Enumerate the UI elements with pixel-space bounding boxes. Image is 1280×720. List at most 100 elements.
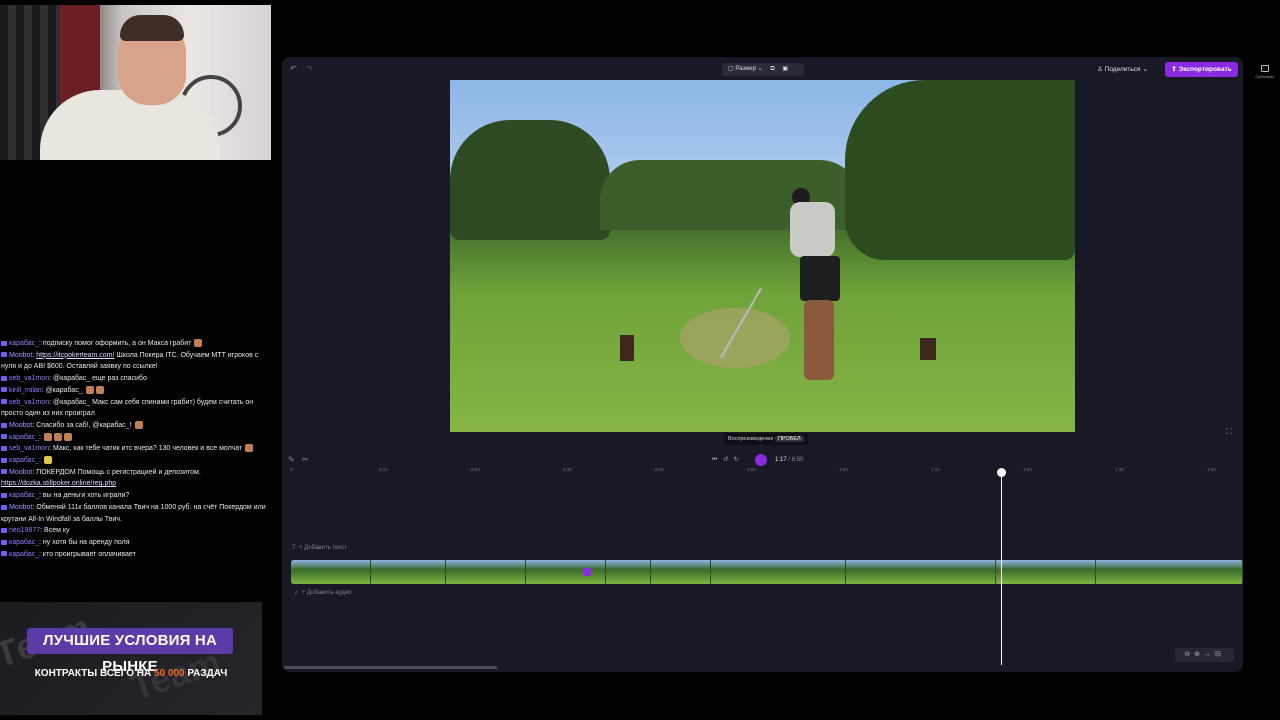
chat-username[interactable]: seb_va1mon <box>9 399 49 406</box>
timeline-scrollbar[interactable] <box>284 666 497 669</box>
redo-icon[interactable]: ↷ <box>306 64 313 73</box>
subtitles-label[interactable]: Субтитры <box>1249 74 1280 79</box>
chevron-down-icon[interactable]: ⌄ <box>758 66 763 72</box>
chat-text: Спасибо за саб!, @карабас_! <box>36 421 132 429</box>
ruler-tick: 0:30 <box>563 467 572 472</box>
clip-frame <box>711 560 846 584</box>
resize-icon[interactable]: ▢ <box>728 66 734 72</box>
clip-frame <box>996 560 1096 584</box>
zoom-in-icon[interactable]: ⊕ <box>1194 651 1204 658</box>
chat-badge-icon <box>1 434 7 440</box>
expand-icon[interactable]: ⊟ <box>1215 651 1225 658</box>
chat-username[interactable]: карабас_ <box>9 457 39 464</box>
chat-badge-icon <box>1 469 7 475</box>
share-button[interactable]: ♙ Поделиться ⌄ <box>1097 63 1148 76</box>
rewind-icon[interactable]: ↺ <box>723 457 728 463</box>
chat-username[interactable]: neo19877 <box>9 527 40 534</box>
playhead[interactable] <box>997 468 1006 665</box>
chat-text: кто проигрывает оплачивает <box>42 550 136 558</box>
chat-username[interactable]: kirill_milan <box>9 387 42 394</box>
chat-username[interactable]: карабас_ <box>9 434 39 441</box>
fit-icon[interactable]: ↔ <box>1204 651 1215 658</box>
chat-link[interactable]: https://itcpokerteam.com/ <box>36 352 114 359</box>
chat-username[interactable]: Moobot <box>9 422 32 429</box>
chat-badge-icon <box>1 352 7 358</box>
golfer <box>720 188 850 398</box>
music-icon: ♫ <box>294 590 299 596</box>
chat-username[interactable]: Moobot <box>9 352 32 359</box>
zoom-controls: ⊖⊕↔⊟ <box>1175 648 1234 662</box>
magic-icon[interactable]: ✎ <box>288 455 295 464</box>
chat-text: подписку помог оформить, а он Макса граб… <box>42 340 192 347</box>
play-button[interactable] <box>755 454 767 466</box>
clip-frame <box>291 560 371 584</box>
upload-icon: ⇪ <box>1171 66 1177 73</box>
golfer-shorts <box>800 256 840 301</box>
chat-username[interactable]: Moobot <box>9 469 32 476</box>
dirt-patch <box>680 308 790 368</box>
scissors-icon[interactable]: ✂ <box>302 455 309 464</box>
ruler-tick: 0:50 <box>747 467 756 472</box>
emote-icon <box>43 456 52 465</box>
chat-message: seb_va1mon: Макс, как тебе чатик итс вче… <box>0 443 268 455</box>
chat-message: карабас_: подписку помог оформить, а он … <box>0 338 268 350</box>
chat-username[interactable]: seb_va1mon <box>9 445 49 452</box>
chat-badge-icon <box>1 539 7 545</box>
ruler-tick: 1:10 <box>931 467 940 472</box>
chat-username[interactable]: Moobot <box>9 504 32 511</box>
ruler-tick: 1:20 <box>1023 467 1032 472</box>
chat-message: карабас_: вы на деньги хоть играли? <box>0 490 268 502</box>
chat-badge-icon <box>1 387 7 393</box>
undo-icon[interactable]: ↶ <box>290 64 297 73</box>
chat-username[interactable]: seb_va1mon <box>9 375 49 382</box>
timeline-ruler[interactable]: 0 0:10 0:20 0:30 0:40 0:50 1:00 1:10 1:2… <box>290 467 1235 477</box>
chat-link[interactable]: https://dozka.stillpoker.online/reg.php <box>1 480 116 487</box>
zoom-out-icon[interactable]: ⊖ <box>1184 651 1194 658</box>
clip-frame <box>606 560 651 584</box>
size-button[interactable]: Размер <box>735 66 756 72</box>
emote-icon <box>95 385 104 394</box>
chat-badge-icon <box>1 504 7 510</box>
skip-back-icon[interactable]: ⏮ <box>712 457 717 463</box>
clip-frame <box>446 560 526 584</box>
webcam-feed <box>0 5 271 160</box>
add-audio-label: + Добавить аудио <box>301 590 352 596</box>
chat-badge-icon <box>1 375 7 381</box>
chat-badge-icon <box>1 492 7 498</box>
chat-text: @карабас_ <box>45 386 83 394</box>
transition-marker[interactable] <box>583 568 591 576</box>
banner-sub-highlight: 50 000 <box>154 668 185 679</box>
video-preview[interactable] <box>450 80 1075 432</box>
forward-icon[interactable]: ↻ <box>734 457 739 463</box>
play-tooltip: Воспроизведение ПРОБЕЛ <box>724 433 808 445</box>
add-text-track[interactable]: T + Добавить текст <box>292 545 347 551</box>
video-track[interactable] <box>291 560 1243 584</box>
banner-sub-suffix: РАЗДАЧ <box>187 668 228 679</box>
promo-banner: Team Team ЛУЧШИЕ УСЛОВИЯ НА РЫНКЕ КОНТРА… <box>0 602 262 715</box>
emote-icon <box>245 444 254 453</box>
subtitles-icon[interactable] <box>1260 65 1269 72</box>
image-icon[interactable]: ▣ <box>782 66 788 72</box>
golfer-shirt <box>790 202 835 257</box>
fullscreen-icon[interactable]: ⛶ <box>1226 427 1232 437</box>
chat-badge-icon <box>1 422 7 428</box>
ruler-tick: 1:30 <box>1115 467 1124 472</box>
crop-icon[interactable]: ⧉ <box>770 66 774 72</box>
chat-username[interactable]: карабас_ <box>9 492 39 499</box>
chat-username[interactable]: карабас_ <box>9 539 39 546</box>
ruler-tick: 0 <box>290 467 293 472</box>
emote-icon <box>63 432 72 441</box>
streamer-hair <box>120 15 184 41</box>
size-toolbar: ▢ Размер ⌄ ⧉ ▣ <box>722 63 804 76</box>
chat-message: Moobot: https://itcpokerteam.com/ Школа … <box>1 351 259 371</box>
add-audio-track[interactable]: ♫ + Добавить аудио <box>294 590 351 596</box>
emote-icon <box>53 432 62 441</box>
emote-icon <box>134 421 143 430</box>
text-icon: T <box>292 545 296 551</box>
chat-username[interactable]: карабас_ <box>9 551 39 558</box>
current-time: 1:17 <box>775 457 787 463</box>
tree <box>845 80 1075 260</box>
playback-controls: ⏮ ↺ ↻ <box>712 454 739 466</box>
export-button[interactable]: ⇪ Экспортировать <box>1165 62 1238 77</box>
chat-username[interactable]: карабас_ <box>9 340 39 347</box>
